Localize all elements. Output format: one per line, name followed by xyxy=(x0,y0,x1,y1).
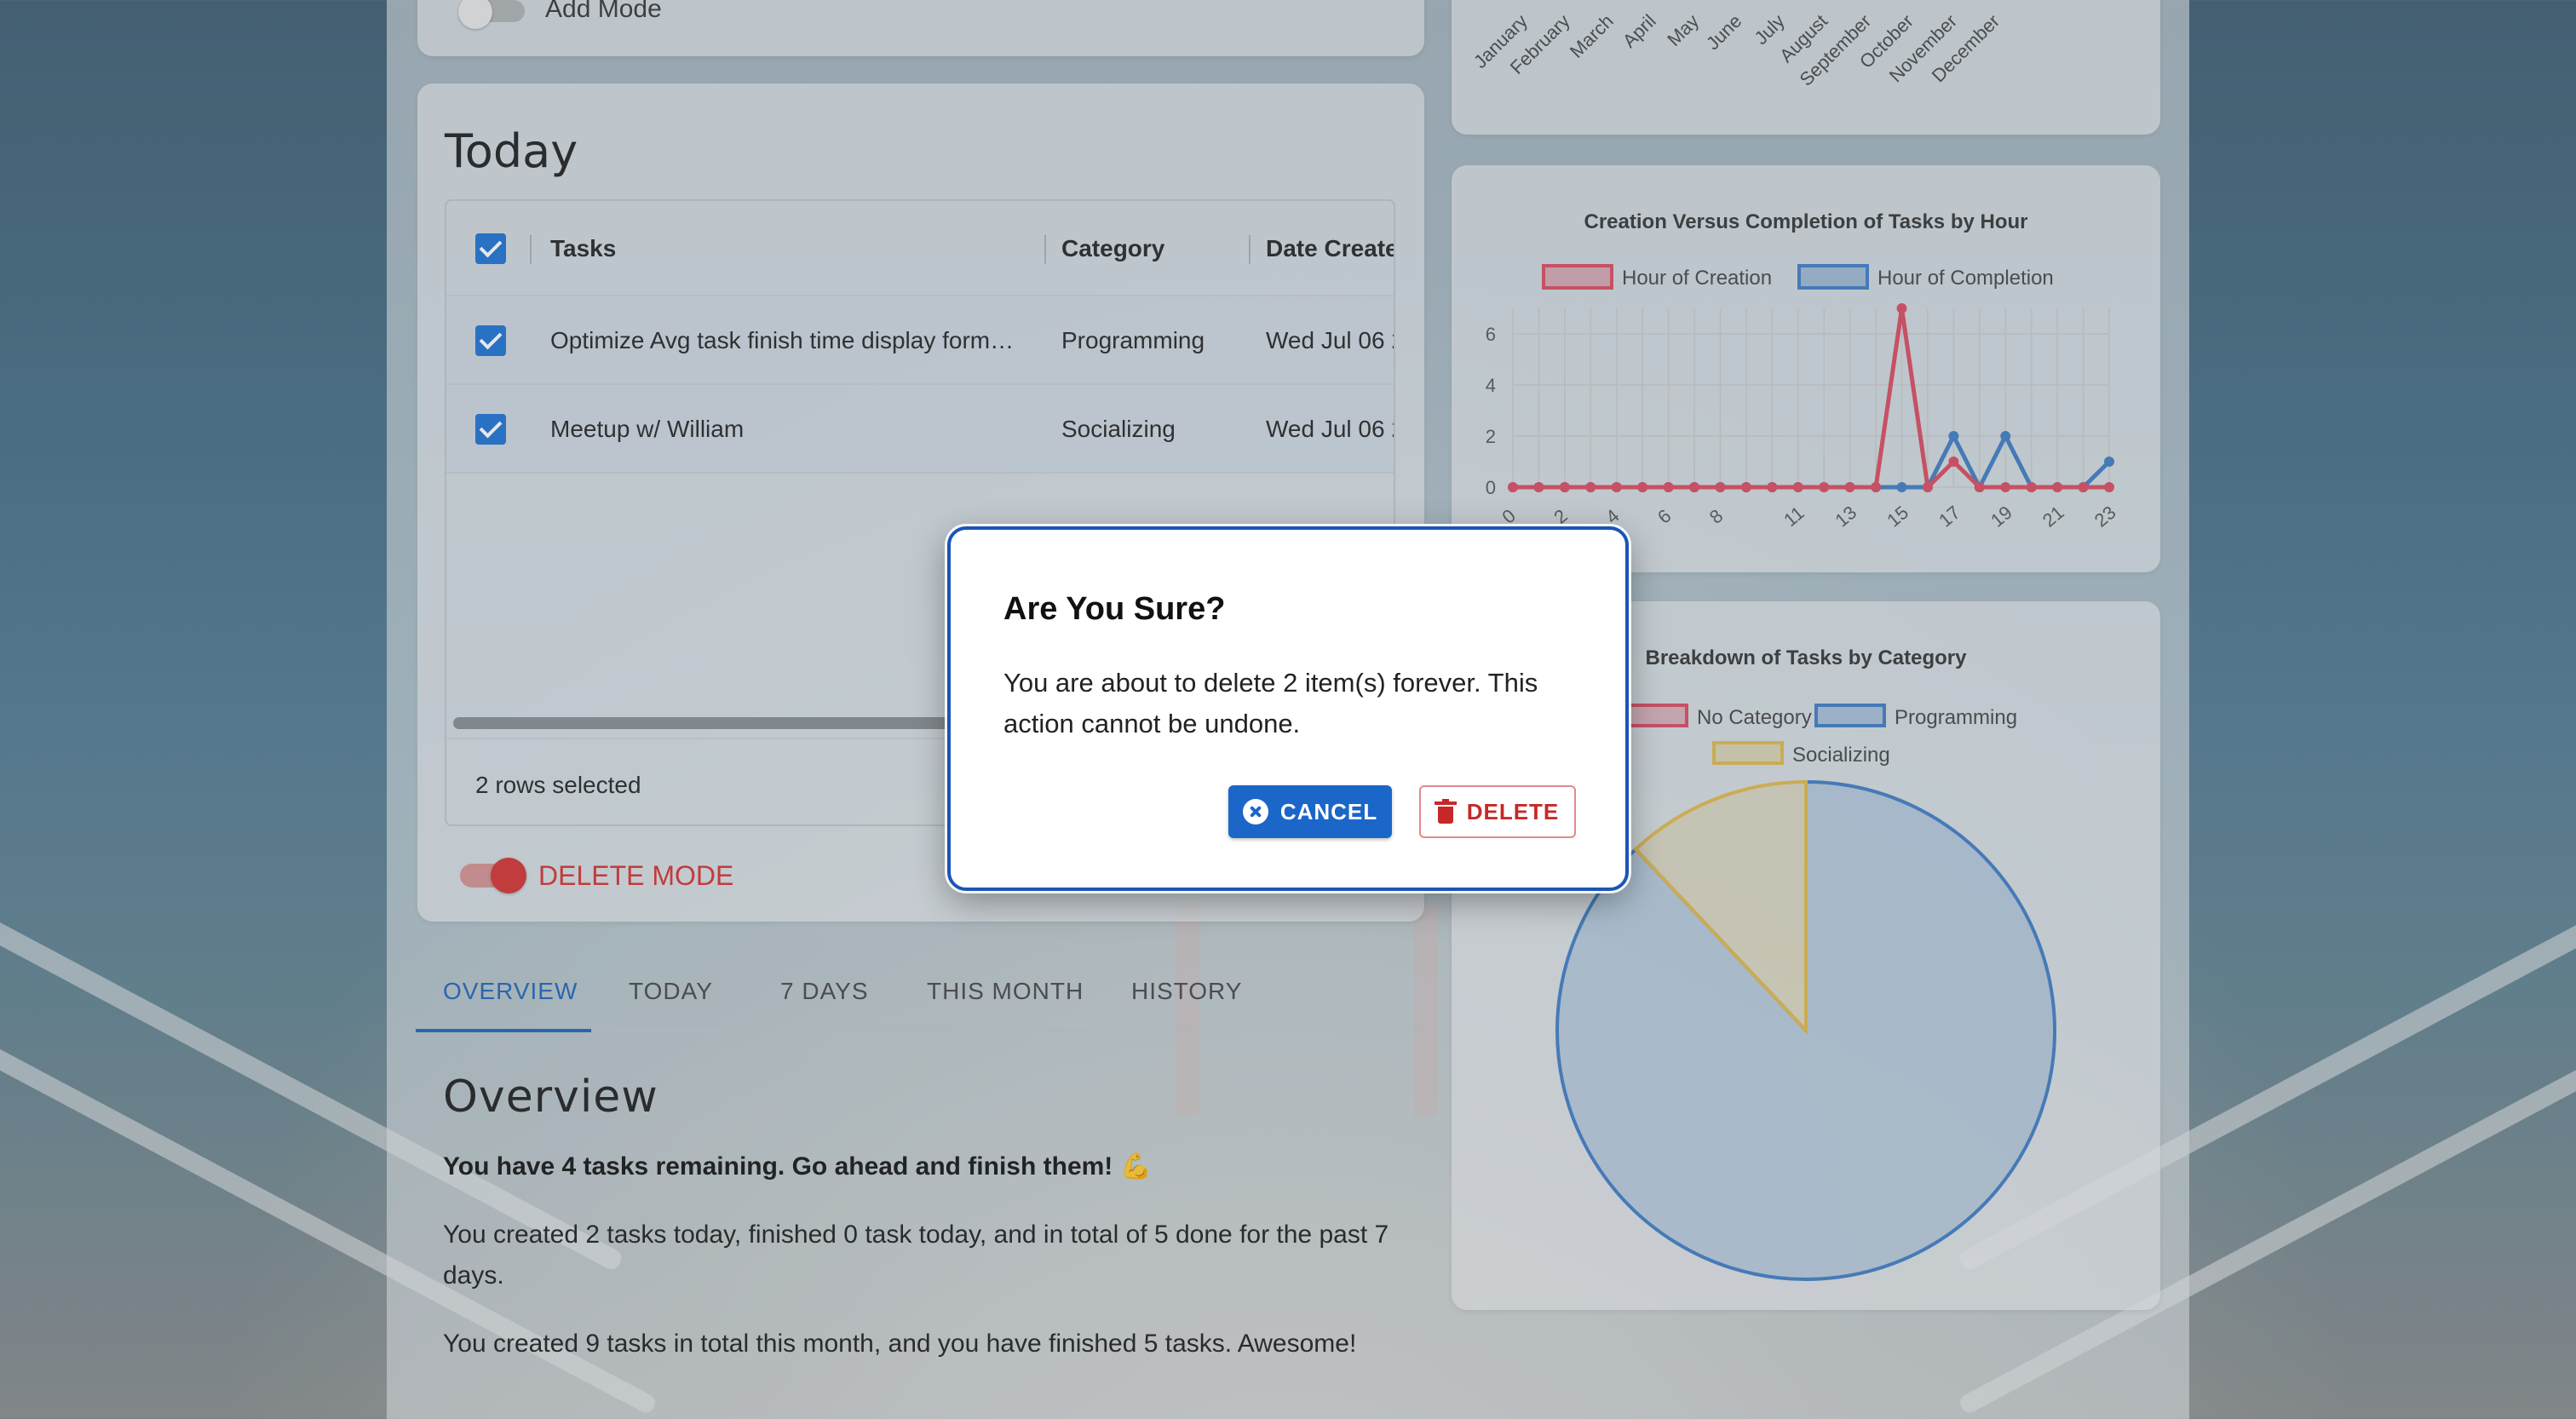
confirm-delete-dialog: Are You Sure? You are about to delete 2 … xyxy=(947,526,1629,891)
cancel-circle-icon xyxy=(1242,799,1268,824)
dialog-title: Are You Sure? xyxy=(1003,591,1226,627)
trash-icon xyxy=(1434,799,1457,824)
delete-button-label: DELETE xyxy=(1466,798,1560,824)
delete-button[interactable]: DELETE xyxy=(1419,785,1576,838)
dialog-message: You are about to delete 2 item(s) foreve… xyxy=(1003,668,1538,738)
cancel-button[interactable]: CANCEL xyxy=(1228,785,1392,838)
cancel-button-label: CANCEL xyxy=(1279,798,1378,824)
